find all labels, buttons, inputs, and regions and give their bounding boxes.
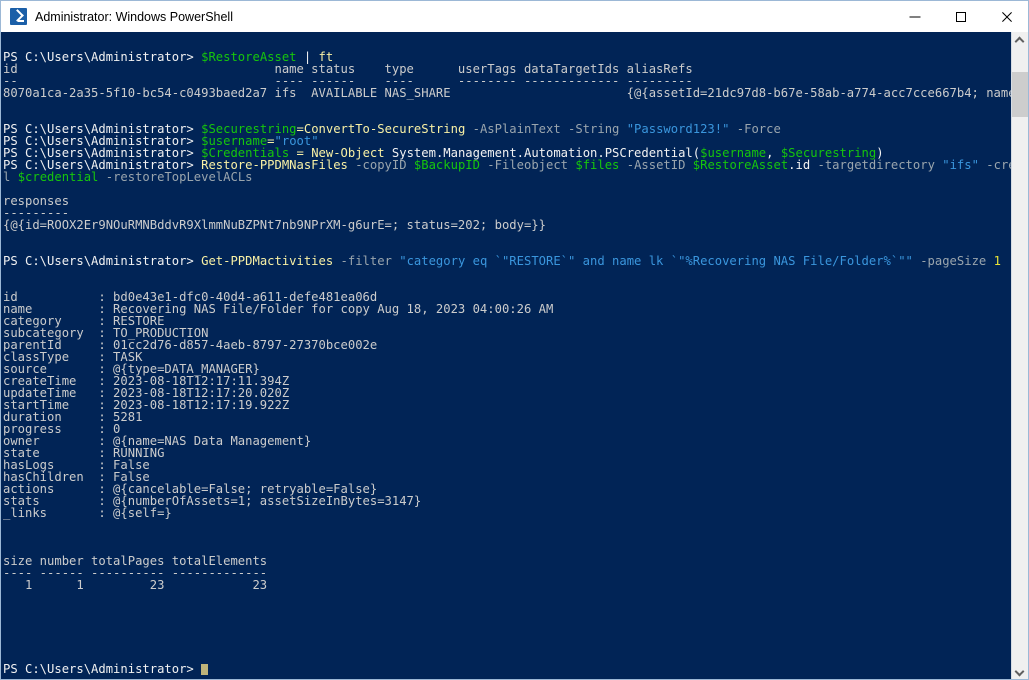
title-bar[interactable]: Administrator: Windows PowerShell bbox=[1, 1, 1028, 32]
console-output-line: parentId : 01cc2d76-d857-4aeb-8797-27370… bbox=[3, 338, 378, 352]
powershell-window: Administrator: Windows PowerShell PS C:\… bbox=[0, 0, 1029, 680]
chevron-down-icon bbox=[1016, 669, 1023, 676]
text-cursor bbox=[201, 664, 209, 675]
console-prompt: PS C:\Users\Administrator> bbox=[3, 662, 194, 676]
vertical-scrollbar[interactable] bbox=[1011, 32, 1028, 679]
console-output-line: 8070a1ca-2a35-5f10-bc54-c0493baed2a7 ifs… bbox=[3, 86, 1013, 100]
window-controls bbox=[892, 1, 1028, 32]
minimize-button[interactable] bbox=[892, 1, 938, 32]
console-output-area[interactable]: PS C:\Users\Administrator> $RestoreAsset… bbox=[1, 32, 1013, 679]
chevron-up-icon bbox=[1016, 37, 1023, 44]
window-title: Administrator: Windows PowerShell bbox=[35, 9, 233, 24]
console-output-line: _links : @{self=} bbox=[3, 506, 172, 520]
console-output-line: 1 1 23 23 bbox=[3, 578, 268, 592]
console-text: PS C:\Users\Administrator> $RestoreAsset… bbox=[3, 39, 1013, 675]
close-button[interactable] bbox=[984, 1, 1028, 32]
console-output-line: {@{id=ROOX2Er9NOuRMNBddvR9XlmmNuBZPNt7nb… bbox=[3, 218, 546, 232]
scroll-up-button[interactable] bbox=[1012, 32, 1028, 49]
console-output-line: responses bbox=[3, 194, 70, 208]
scroll-down-button[interactable] bbox=[1012, 664, 1028, 679]
console-prompt: PS C:\Users\Administrator> bbox=[3, 254, 194, 268]
console-output-line: state : RUNNING bbox=[3, 446, 165, 460]
maximize-button[interactable] bbox=[938, 1, 984, 32]
console-command-line: PS C:\Users\Administrator> bbox=[3, 663, 1013, 675]
console-output-line: startTime : 2023-08-18T12:17:19.922Z bbox=[3, 398, 290, 412]
console-output-line: hasLogs : False bbox=[3, 458, 150, 472]
console-continuation-line: l $credential -restoreTopLevelACLs bbox=[3, 170, 253, 184]
close-icon bbox=[1001, 10, 1014, 23]
powershell-icon bbox=[10, 8, 27, 25]
title-bar-left: Administrator: Windows PowerShell bbox=[1, 8, 892, 25]
console-command-line: PS C:\Users\Administrator> Get-PPDMactiv… bbox=[3, 254, 1001, 268]
scrollbar-thumb[interactable] bbox=[1012, 72, 1028, 117]
maximize-icon bbox=[956, 11, 966, 22]
console-output-line: duration : 5281 bbox=[3, 410, 143, 424]
minimize-icon bbox=[909, 16, 921, 17]
